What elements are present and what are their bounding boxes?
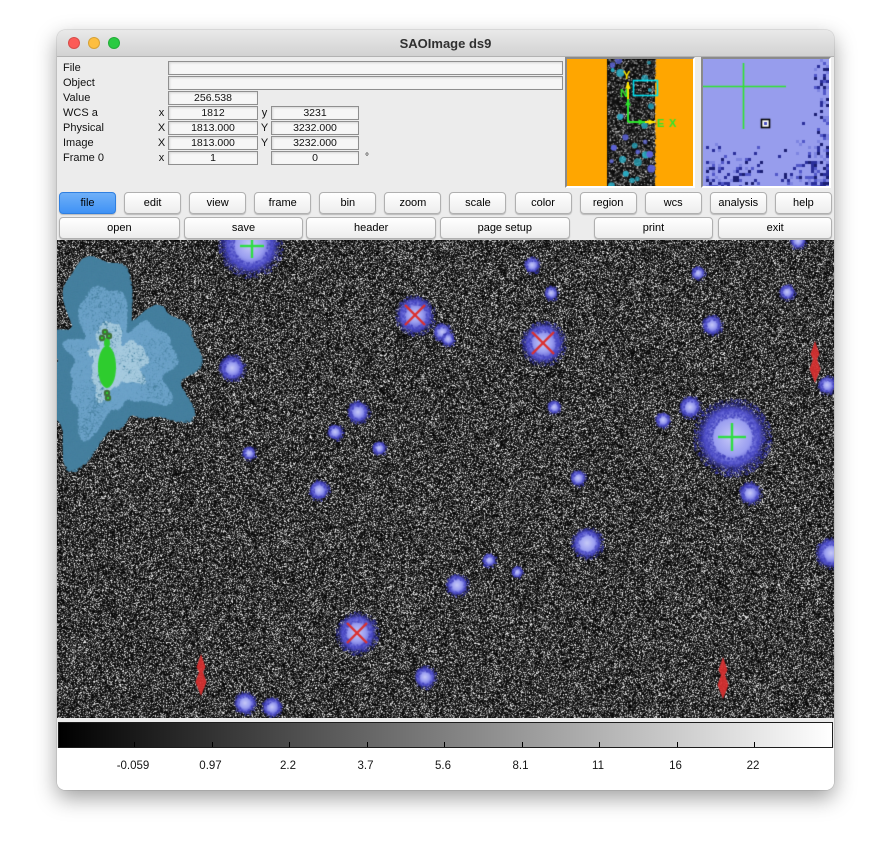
physical-x-field: 1813.000 [168,121,258,135]
frame-row: Frame 0 x 1 0 ° [63,150,563,165]
wcs-x-label: x [155,107,168,119]
frame-label: Frame 0 [63,152,155,164]
value-field: 256.538 [168,91,258,105]
magnifier-panel [701,57,831,188]
menu-help[interactable]: help [775,192,832,214]
menu-view[interactable]: view [189,192,246,214]
file-field [168,61,563,75]
image-x-field: 1813.000 [168,136,258,150]
maximize-icon[interactable] [108,37,120,49]
window-title: SAOImage ds9 [400,36,492,51]
colorbar-tick-label: 16 [669,760,682,772]
image-x-label: X [155,137,168,149]
colorbar-labels: -0.059 0.97 2.2 3.7 5.6 8.1 11 16 22 [57,748,834,790]
colorbar-tick [289,742,290,747]
image-y-field: 3232.000 [271,136,359,150]
colorbar-tick-label: 2.2 [280,760,296,772]
value-label: Value [63,92,155,104]
minimize-icon[interactable] [88,37,100,49]
colorbar-tick [444,742,445,747]
colorbar-tick [212,742,213,747]
frame-angle-field: 0 [271,151,359,165]
physical-y-field: 3232.000 [271,121,359,135]
file-row: File [63,60,563,75]
colorbar[interactable] [58,722,833,748]
file-label: File [63,62,155,74]
ds9-window: SAOImage ds9 File Object Value 256.538 W… [57,30,834,790]
physical-y-label: Y [258,122,271,134]
menu-bar: file edit view frame binzoom scale color region… [59,192,832,214]
colorbar-tick [677,742,678,747]
action-save[interactable]: save [184,217,304,239]
image-y-label: Y [258,137,271,149]
action-bar: opensaveheaderpage setup printexit [59,217,832,239]
menu-analysis[interactable]: analysis [710,192,767,214]
frame-zoom-field: 1 [168,151,258,165]
value-row: Value 256.538 [63,90,563,105]
colorbar-tick-label: 3.7 [358,760,374,772]
title-bar[interactable]: SAOImage ds9 [57,30,834,57]
magnifier-canvas[interactable] [703,59,829,186]
menu-zoom[interactable]: zoom [384,192,441,214]
wcs-label: WCS a [63,107,155,119]
frame-x-label: x [155,152,168,164]
action-header[interactable]: header [306,217,436,239]
panner-panel [565,57,695,188]
wcs-x-field: 1812 [168,106,258,120]
panner-canvas[interactable] [567,59,693,186]
wcs-y-field: 3231 [271,106,359,120]
menu-wcs[interactable]: wcs [645,192,702,214]
action-open[interactable]: open [59,217,180,239]
close-icon[interactable] [68,37,80,49]
colorbar-tick-label: 11 [592,760,604,772]
action-print[interactable]: print [594,217,714,239]
physical-label: Physical [63,122,155,134]
info-panel: File Object Value 256.538 WCS a x 1812 y… [63,60,563,165]
colorbar-tick-label: 5.6 [435,760,451,772]
colorbar-tick [754,742,755,747]
object-row: Object [63,75,563,90]
colorbar-tick [599,742,600,747]
colorbar-tick-label: -0.059 [117,760,150,772]
wcs-y-label: y [258,107,271,119]
menu-scale[interactable]: scale [449,192,506,214]
colorbar-tick [134,742,135,747]
menu-file[interactable]: file [59,192,116,214]
object-field [168,76,563,90]
colorbar-tick [522,742,523,747]
menu-edit[interactable]: edit [124,192,181,214]
sky-canvas[interactable] [57,240,834,718]
traffic-lights [68,37,120,49]
image-row: Image X 1813.000 Y 3232.000 [63,135,563,150]
object-label: Object [63,77,155,89]
menu-frame[interactable]: frame [254,192,311,214]
physical-x-label: X [155,122,168,134]
physical-row: Physical X 1813.000 Y 3232.000 [63,120,563,135]
colorbar-tick-label: 0.97 [199,760,221,772]
degree-symbol: ° [359,152,375,163]
wcs-row: WCS a x 1812 y 3231 [63,105,563,120]
menu-region[interactable]: region [580,192,637,214]
action-page-setup[interactable]: page setup [440,217,570,239]
image-label: Image [63,137,155,149]
menu-bin[interactable]: bin [319,192,376,214]
menu-color[interactable]: color [515,192,572,214]
action-exit[interactable]: exit [718,217,832,239]
colorbar-tick-label: 22 [747,760,760,772]
colorbar-tick-label: 8.1 [513,760,529,772]
colorbar-tick [367,742,368,747]
